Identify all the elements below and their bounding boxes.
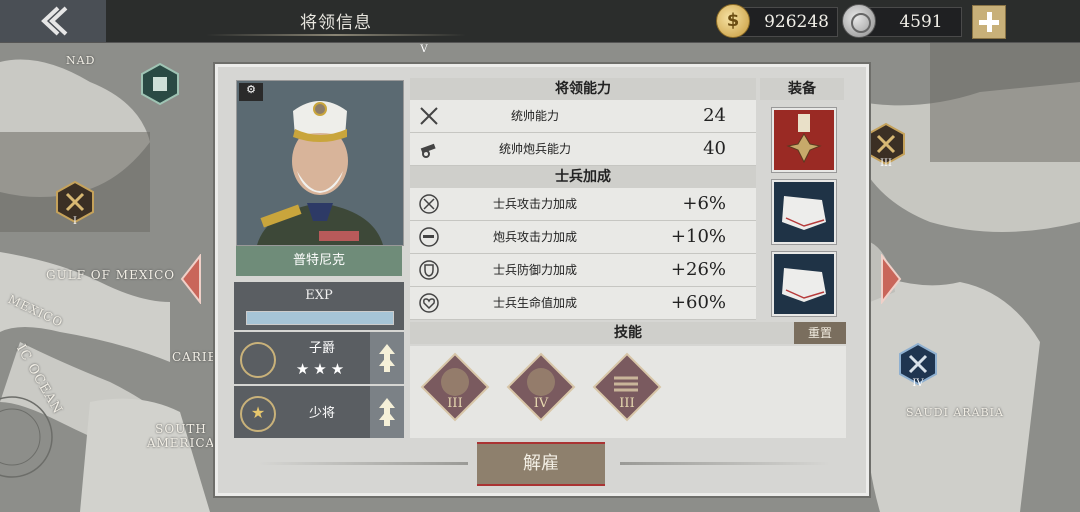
shells-skill-icon <box>592 352 662 422</box>
chevron-left-icon <box>41 6 68 36</box>
army-marker-label: I <box>73 216 77 227</box>
army-marker-IV[interactable]: IV <box>898 342 938 389</box>
white-cloth-icon <box>782 196 826 230</box>
army-marker-label: IV <box>912 378 924 389</box>
cannon-skill-icon <box>506 352 576 422</box>
general-name: 普特尼克 <box>236 246 402 276</box>
skill-level: III <box>619 396 635 411</box>
cannon-skill-icon <box>420 352 490 422</box>
double-arrow-up-icon <box>379 344 395 372</box>
reset-skills-button[interactable]: 重置 <box>794 322 846 344</box>
stat-row: 士兵攻击力加成 +6% <box>410 188 756 221</box>
map-label-nad: NAD <box>66 54 96 67</box>
laurel-badge-icon <box>240 342 276 378</box>
skill-slot-1[interactable]: III <box>420 352 490 422</box>
noble-rank-row: 子爵 ★★★ <box>234 332 404 384</box>
stat-row: 士兵生命值加成 +60% <box>410 287 756 320</box>
artillery-up-icon <box>419 227 439 247</box>
dismiss-button[interactable]: 解雇 <box>477 442 605 486</box>
map-label-carib: CARIB <box>172 350 218 364</box>
stat-label: 炮兵攻击力加成 <box>492 230 577 244</box>
general-portrait: ⚙ <box>236 80 404 246</box>
stat-label: 统帅炮兵能力 <box>498 142 571 156</box>
map-label-saudi: SAUDI ARABIA <box>906 406 1004 419</box>
skill-slot-3[interactable]: III <box>592 352 662 422</box>
military-rank-row: ★ 少将 <box>234 386 404 438</box>
divider-left <box>258 462 468 465</box>
stat-value: +26% <box>670 259 726 280</box>
skills-heading: 技能 <box>410 322 846 344</box>
add-currency-button[interactable] <box>972 5 1006 39</box>
stat-label: 士兵生命值加成 <box>492 296 577 310</box>
heart-up-icon <box>419 293 439 313</box>
stat-value: 40 <box>703 138 726 159</box>
title-underline <box>206 34 466 36</box>
equipment-heading: 装备 <box>760 78 844 100</box>
exp-bar-fill <box>247 312 393 324</box>
abilities-heading: 将领能力 <box>410 78 756 100</box>
medal-cross-icon <box>786 114 822 164</box>
divider-right <box>620 462 830 465</box>
noble-rank-label: 子爵 <box>308 341 335 356</box>
building-marker[interactable] <box>140 62 180 106</box>
cannon-icon <box>420 143 436 158</box>
stat-row: 统帅炮兵能力 40 <box>410 133 756 166</box>
artillery-type-icon: ⚙ <box>239 83 263 101</box>
next-general-arrow[interactable] <box>878 254 904 304</box>
white-cloth-icon <box>782 268 826 302</box>
stat-label: 统帅能力 <box>510 109 559 123</box>
stat-value: +10% <box>670 226 726 247</box>
attack-up-icon <box>419 194 439 214</box>
skill-level: IV <box>533 396 549 411</box>
exp-bar <box>246 311 394 325</box>
bonus-heading: 士兵加成 <box>410 166 756 188</box>
star-rank-icon: ★ <box>240 396 276 432</box>
equipment-slot-cloth-2[interactable] <box>772 252 836 316</box>
skill-level: III <box>447 396 463 411</box>
stat-row: 炮兵攻击力加成 +10% <box>410 221 756 254</box>
back-button[interactable] <box>0 0 106 42</box>
stat-value: +60% <box>670 292 726 313</box>
army-marker-III[interactable]: III <box>866 122 906 169</box>
stat-label: 士兵防御力加成 <box>492 263 577 277</box>
map-label-gulf: GULF OF MEXICO <box>46 268 176 282</box>
page-title: 将领信息 <box>300 13 372 33</box>
army-marker-V[interactable]: V <box>404 44 444 62</box>
army-marker-label: V <box>420 44 428 55</box>
crossed-swords-icon <box>420 107 438 125</box>
double-arrow-up-icon <box>379 398 395 426</box>
stat-value: 24 <box>703 105 726 126</box>
stat-row: 统帅能力 24 <box>410 100 756 133</box>
promote-noble-button[interactable] <box>370 332 404 384</box>
skill-slot-2[interactable]: IV <box>506 352 576 422</box>
abilities-section: 将领能力 统帅能力 24 统帅炮兵能力 40 士兵加成 士兵攻击力加成 +6% … <box>410 78 756 320</box>
silver-medal-icon <box>842 4 876 38</box>
map-label-south-america: SOUTH AMERICA <box>146 422 216 450</box>
army-marker-I[interactable]: I <box>55 180 95 227</box>
exp-label: EXP <box>305 288 333 303</box>
army-marker-label: III <box>880 158 892 169</box>
stat-row: 士兵防御力加成 +26% <box>410 254 756 287</box>
stat-value: +6% <box>682 193 726 214</box>
prev-general-arrow[interactable] <box>178 254 204 304</box>
promote-military-button[interactable] <box>370 386 404 438</box>
military-rank-label: 少将 <box>308 406 335 421</box>
equipment-slot-cloth-1[interactable] <box>772 180 836 244</box>
plus-icon <box>979 12 999 32</box>
rank-stars: ★★★ <box>295 360 349 378</box>
equipment-slot-medal[interactable] <box>772 108 836 172</box>
dollar-coin-icon: $ <box>716 4 750 38</box>
stat-label: 士兵攻击力加成 <box>492 197 577 211</box>
shield-up-icon <box>419 260 439 280</box>
